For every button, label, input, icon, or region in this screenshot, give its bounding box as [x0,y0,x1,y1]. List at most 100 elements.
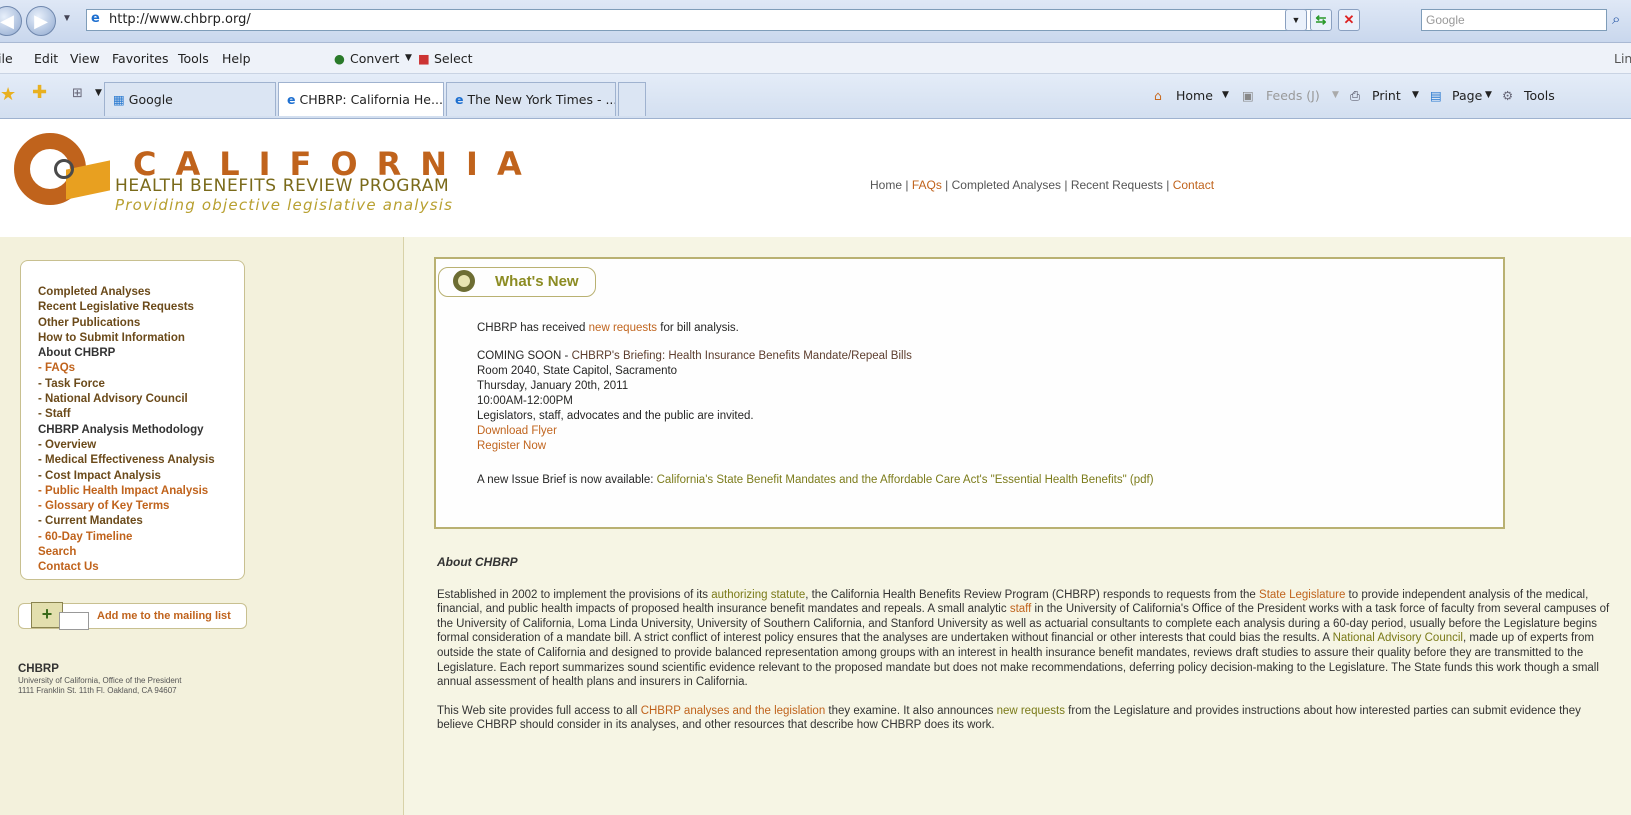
new-tab-button[interactable] [618,82,646,116]
menu-favorites[interactable]: Favorites [112,51,168,66]
tab-google[interactable]: ▦ Google [104,82,276,116]
tab-label: The New York Times - ... [467,92,616,107]
home-button[interactable]: Home [1176,88,1213,103]
nav-home[interactable]: Home [870,178,902,192]
whats-new-box: What's New CHBRP has received new reques… [434,257,1505,529]
select-icon: ■ [418,51,430,66]
sidebar-item-public-health[interactable]: - Public Health Impact Analysis [38,484,244,499]
sidebar-menu: Completed Analyses Recent Legislative Re… [20,260,245,580]
sidebar-item-overview[interactable]: - Overview [38,438,244,453]
url-dropdown-icon[interactable]: ▼ [1285,9,1307,31]
tab-nytimes[interactable]: e The New York Times - ... [446,82,616,116]
tab-list-dropdown-icon[interactable]: ▼ [95,88,102,98]
register-now-link[interactable]: Register Now [477,439,1477,454]
sidebar-item-task-force[interactable]: - Task Force [38,377,244,392]
stop-icon[interactable]: ✕ [1338,9,1360,31]
nav-separator: | [1061,178,1071,192]
issue-brief-link[interactable]: California's State Benefit Mandates and … [657,474,1154,486]
sidebar-item-submit-information[interactable]: How to Submit Information [38,331,244,346]
authorizing-statute-link[interactable]: authorizing statute [711,589,805,601]
feeds-button[interactable]: Feeds (J) [1266,88,1320,103]
sidebar-item-cost-impact[interactable]: - Cost Impact Analysis [38,469,244,484]
menu-view[interactable]: View [70,51,100,66]
url-field[interactable]: e http://www.chbrp.org/ [86,9,1326,31]
sidebar-item-staff[interactable]: - Staff [38,407,244,422]
menu-edit[interactable]: Edit [34,51,58,66]
sidebar-item-search[interactable]: Search [38,545,244,560]
sidebar-item-other-publications[interactable]: Other Publications [38,316,244,331]
convert-button[interactable]: Convert [350,51,399,66]
advisory-council-link[interactable]: National Advisory Council [1333,632,1463,644]
add-favorites-icon[interactable]: ✚ [32,82,47,103]
sidebar-item-timeline[interactable]: - 60-Day Timeline [38,530,244,545]
about-paragraph-2: This Web site provides full access to al… [437,704,1617,733]
mailing-list-button[interactable]: + Add me to the mailing list [18,602,247,630]
whats-new-body: CHBRP has received new requests for bill… [477,321,1477,488]
download-flyer-link[interactable]: Download Flyer [477,424,1477,439]
issue-brief-line: A new Issue Brief is now available: Cali… [477,473,1477,488]
briefing-date: Thursday, January 20th, 2011 [477,380,629,392]
page-button[interactable]: Page [1452,88,1482,103]
state-legislature-link[interactable]: State Legislature [1259,589,1345,601]
sidebar-item-glossary[interactable]: - Glossary of Key Terms [38,499,244,514]
quick-tabs-icon[interactable]: ⊞ [72,86,83,101]
home-icon: ⌂ [1154,88,1162,103]
select-button[interactable]: Select [434,51,473,66]
new-requests-link-2[interactable]: new requests [997,705,1065,717]
sidebar-item-advisory-council[interactable]: - National Advisory Council [38,392,244,407]
print-dropdown-icon[interactable]: ▼ [1412,90,1419,100]
address-line-2: 1111 Franklin St. 11th Fl. Oakland, CA 9… [18,686,177,695]
print-button[interactable]: Print [1372,88,1401,103]
web-page: CALIFORNIA HEALTH BENEFITS REVIEW PROGRA… [0,119,1631,815]
staff-link[interactable]: staff [1010,603,1032,615]
tools-button[interactable]: Tools [1524,88,1555,103]
menu-file[interactable]: ile [0,51,13,66]
search-icon[interactable]: ⌕ [1612,11,1620,28]
feeds-dropdown-icon[interactable]: ▼ [1332,90,1339,100]
refresh-icon[interactable]: ⇆ [1310,9,1332,31]
menu-tools[interactable]: Tools [178,51,209,66]
home-dropdown-icon[interactable]: ▼ [1222,90,1229,100]
org-address: CHBRP University of California, Office o… [18,662,181,696]
page-icon: ▤ [1430,88,1442,103]
convert-icon: ● [334,51,345,66]
news-requests-line: CHBRP has received new requests for bill… [477,321,1477,336]
sidebar-item-current-mandates[interactable]: - Current Mandates [38,514,244,529]
new-requests-link[interactable]: new requests [589,322,657,334]
tab-label: Google [128,92,173,107]
nav-recent-requests[interactable]: Recent Requests [1071,178,1163,192]
back-button[interactable]: ◀ [0,6,22,36]
links-label[interactable]: Lin [1614,51,1631,66]
envelope-icon [59,612,89,630]
about-text: Established in 2002 to implement the pro… [437,588,712,601]
briefing-time: 10:00AM-12:00PM [477,395,573,407]
sidebar-item-contact-us[interactable]: Contact Us [38,560,244,575]
mailing-list-label: Add me to the mailing list [97,610,231,622]
page-dropdown-icon[interactable]: ▼ [1485,90,1492,100]
briefing-title: CHBRP's Briefing: Health Insurance Benef… [571,350,912,362]
history-dropdown-icon[interactable]: ▼ [62,13,72,24]
sidebar-item-medical-effectiveness[interactable]: - Medical Effectiveness Analysis [38,453,244,468]
convert-dropdown-icon[interactable]: ▼ [405,53,412,63]
sidebar-item-completed-analyses[interactable]: Completed Analyses [38,285,244,300]
search-input[interactable]: Google [1421,9,1607,31]
briefing-invited: Legislators, staff, advocates and the pu… [477,410,754,422]
nav-faqs[interactable]: FAQs [912,178,942,192]
address-line-1: University of California, Office of the … [18,676,182,685]
magnifier-icon [453,270,475,292]
whats-new-title: What's New [495,273,579,290]
tab-label: CHBRP: California He... [299,92,443,107]
about-heading: About CHBRP [437,555,518,569]
sidebar-item-faqs[interactable]: - FAQs [38,361,244,376]
sidebar-item-recent-requests[interactable]: Recent Legislative Requests [38,300,244,315]
favorites-star-icon[interactable]: ★ [0,84,16,105]
ie-tab-icon: e [455,92,464,107]
nav-completed-analyses[interactable]: Completed Analyses [952,178,1061,192]
forward-button[interactable]: ▶ [26,6,56,36]
logo-key-icon [54,159,74,179]
news-text: CHBRP has received [477,322,589,334]
analyses-legislation-link[interactable]: CHBRP analyses and the legislation [641,705,826,717]
nav-contact[interactable]: Contact [1173,178,1214,192]
tab-chbrp[interactable]: e CHBRP: California He... × [278,82,444,116]
menu-help[interactable]: Help [222,51,251,66]
